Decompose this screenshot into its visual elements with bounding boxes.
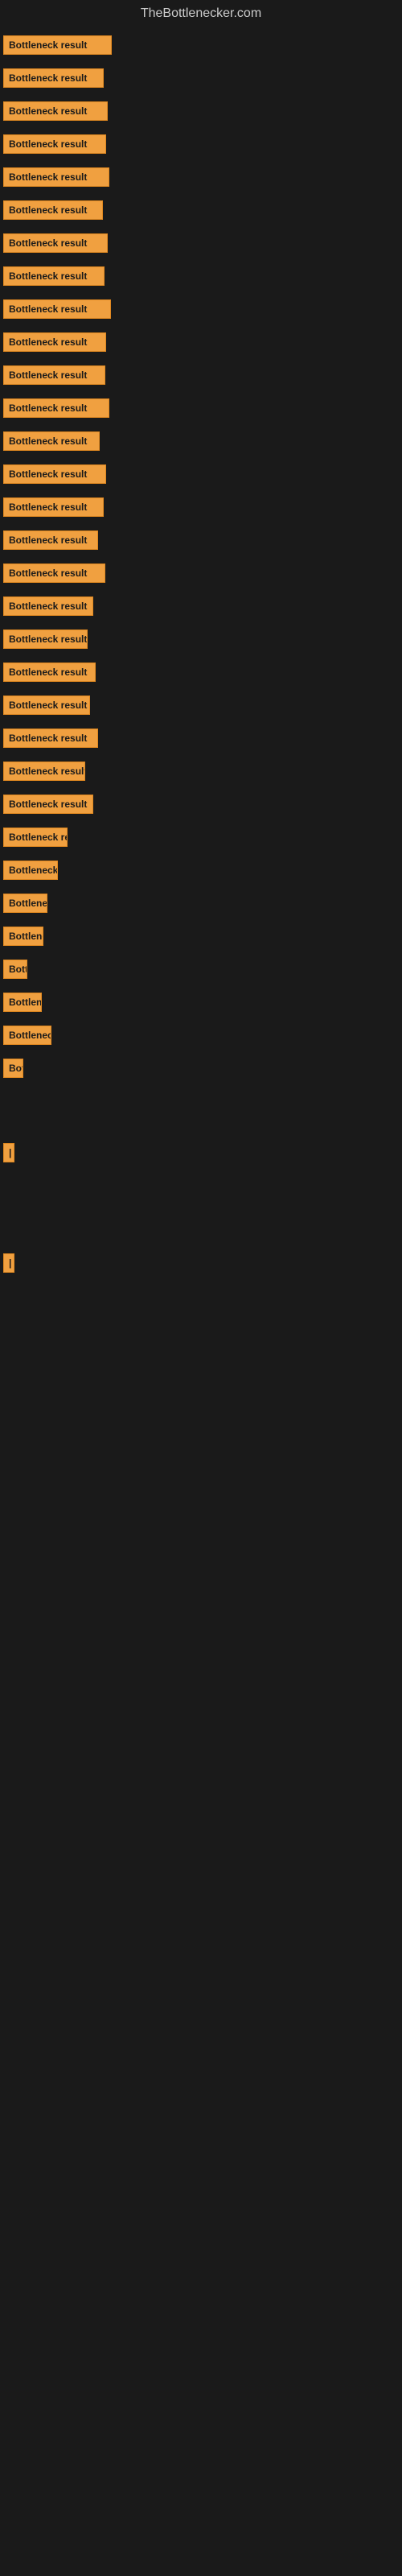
bar-row: Bottleneck result [0,68,402,92]
bottleneck-bar: Bottleneck result [3,464,106,484]
bar-row: Bottleneck result [0,927,402,950]
bar-row: Bottleneck result [0,497,402,521]
bar-row: | [0,1143,402,1166]
bottleneck-bar: Bottleneck result [3,762,85,781]
bottleneck-bar: Bottleneck result [3,696,90,715]
bottleneck-bar: Bottleneck result [3,233,108,253]
bottleneck-bar: Bottleneck result [3,630,88,649]
bottleneck-bar: Bottleneck result [3,101,108,121]
bar-row: Bottleneck result [0,762,402,785]
bar-row: Bottleneck result [0,564,402,587]
bar-row: Bottleneck result [0,630,402,653]
bar-row: Bottleneck result [0,960,402,983]
bar-row [0,1117,402,1133]
bottleneck-bar: Bottleneck result [3,663,96,682]
bar-row: Bottleneck result [0,894,402,917]
bars-container: Bottleneck result Bottleneck result Bottle… [0,27,402,1294]
bar-row: Bottleneck result [0,134,402,158]
bar-row: Bottleneck result [0,993,402,1016]
bottleneck-bar: Bottleneck result [3,927,43,946]
bar-row: Bottleneck result [0,1059,402,1082]
bottleneck-bar: Bottleneck result [3,332,106,352]
bottleneck-bar: Bottleneck result [3,431,100,451]
bar-row: Bottleneck result [0,828,402,851]
bar-row: Bottleneck result [0,398,402,422]
bottleneck-bar: Bottleneck result [3,795,93,814]
bar-row: Bottleneck result [0,299,402,323]
bar-row: Bottleneck result [0,696,402,719]
bar-row: Bottleneck result [0,365,402,389]
bar-row: Bottleneck result [0,729,402,752]
bottleneck-bar: Bottleneck result [3,134,106,154]
site-header: TheBottlenecker.com [0,0,402,27]
bar-row: Bottleneck result [0,167,402,191]
bar-row: Bottleneck result [0,597,402,620]
bottleneck-bar: Bottleneck result [3,1059,23,1078]
bottleneck-bar: Bottleneck result [3,35,112,55]
bottleneck-bar: Bottleneck result [3,68,104,88]
bottleneck-bar: Bottleneck result [3,299,111,319]
bottleneck-bar: Bottleneck result [3,828,68,847]
bar-row: | [0,1253,402,1277]
bottleneck-bar: | [3,1253,14,1273]
bar-row: Bottleneck result [0,266,402,290]
bottleneck-bar: | [3,1143,14,1162]
bar-row [0,1176,402,1192]
bottleneck-bar: Bottleneck result [3,597,93,616]
bottleneck-bar: Bottleneck result [3,861,58,880]
bottleneck-bar: Bottleneck result [3,365,105,385]
bar-row: Bottleneck result [0,101,402,125]
bar-row: Bottleneck result [0,233,402,257]
bottleneck-bar: Bottleneck result [3,993,42,1012]
bar-row: Bottleneck result [0,861,402,884]
bar-row [0,1092,402,1108]
bottleneck-bar: Bottleneck result [3,200,103,220]
bottleneck-bar: Bottleneck result [3,167,109,187]
bottleneck-bar: Bottleneck result [3,564,105,583]
bottleneck-bar: Bottleneck result [3,894,47,913]
bar-row: Bottleneck result [0,1026,402,1049]
bottleneck-bar: Bottleneck result [3,398,109,418]
site-title: TheBottlenecker.com [0,0,402,27]
bar-row: Bottleneck result [0,332,402,356]
bar-row: Bottleneck result [0,795,402,818]
bar-row: Bottleneck result [0,35,402,59]
bar-row: Bottleneck result [0,200,402,224]
bar-row: Bottleneck result [0,464,402,488]
bottleneck-bar: Bottleneck result [3,729,98,748]
bar-row [0,1228,402,1244]
bar-row [0,1202,402,1218]
bar-row: Bottleneck result [0,663,402,686]
bottleneck-bar: Bottleneck result [3,530,98,550]
bottleneck-bar: Bottleneck result [3,497,104,517]
bottleneck-bar: Bottleneck result [3,1026,51,1045]
bar-row: Bottleneck result [0,431,402,455]
bottleneck-bar: Bottleneck result [3,960,27,979]
bar-row: Bottleneck result [0,530,402,554]
bottleneck-bar: Bottleneck result [3,266,105,286]
